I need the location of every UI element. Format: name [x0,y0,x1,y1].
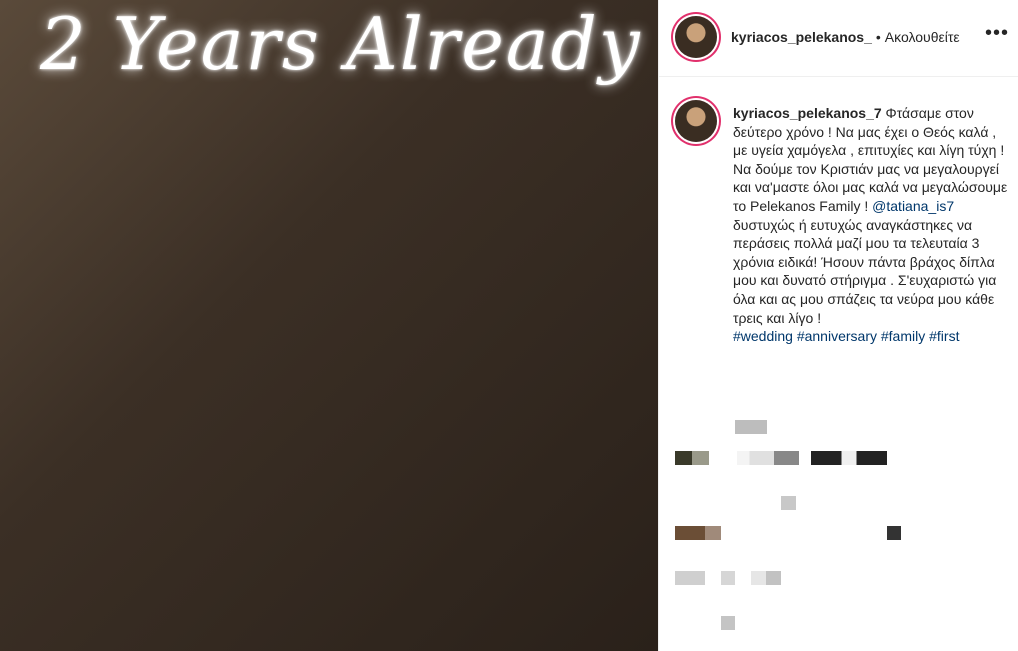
pixelated-region [811,451,887,465]
pixelated-region [887,526,901,540]
following-button[interactable]: Ακολουθείτε [885,29,960,45]
hashtag-link[interactable]: #first [929,328,959,344]
pixelated-region [735,420,767,434]
avatar[interactable] [675,16,717,58]
caption-avatar[interactable] [675,100,717,142]
pixelated-region [675,526,721,540]
header-username-link[interactable]: kyriacos_pelekanos_ [731,29,872,45]
more-options-icon[interactable]: ••• [985,22,1009,45]
pixelated-region [781,496,796,510]
pixelated-region [675,571,705,585]
caption-body-2: δυστυχώς ή ευτυχώς αναγκάστηκες να περάσ… [733,216,997,326]
hashtag-link[interactable]: #anniversary [797,328,877,344]
caption-username-link[interactable]: kyriacos_pelekanos_7 [733,105,882,121]
post-header-meta: kyriacos_pelekanos_ • Ακολουθείτε [731,29,960,45]
hashtag-link[interactable]: #family [881,328,925,344]
pixelated-region [675,451,709,465]
separator-dot: • [875,29,881,45]
post-header: kyriacos_pelekanos_ • Ακολουθείτε ••• [659,0,1018,77]
caption-body-1: Φτάσαμε στον δεύτερο χρόνο ! Να μας έχει… [733,105,1008,214]
caption-text: kyriacos_pelekanos_7 Φτάσαμε στον δεύτερ… [733,104,1008,346]
post-photo[interactable]: 2 Years Already [0,0,658,651]
photo-overlay-text: 2 Years Already [40,2,642,86]
pixelated-region [721,616,735,630]
pixelated-region [721,571,735,585]
pixelated-region [751,571,781,585]
mention-link[interactable]: @tatiana_is7 [872,198,954,214]
hashtag-link[interactable]: #wedding [733,328,793,344]
pixelated-region [737,451,799,465]
post-side-panel: kyriacos_pelekanos_ • Ακολουθείτε ••• kyri… [658,0,1018,651]
